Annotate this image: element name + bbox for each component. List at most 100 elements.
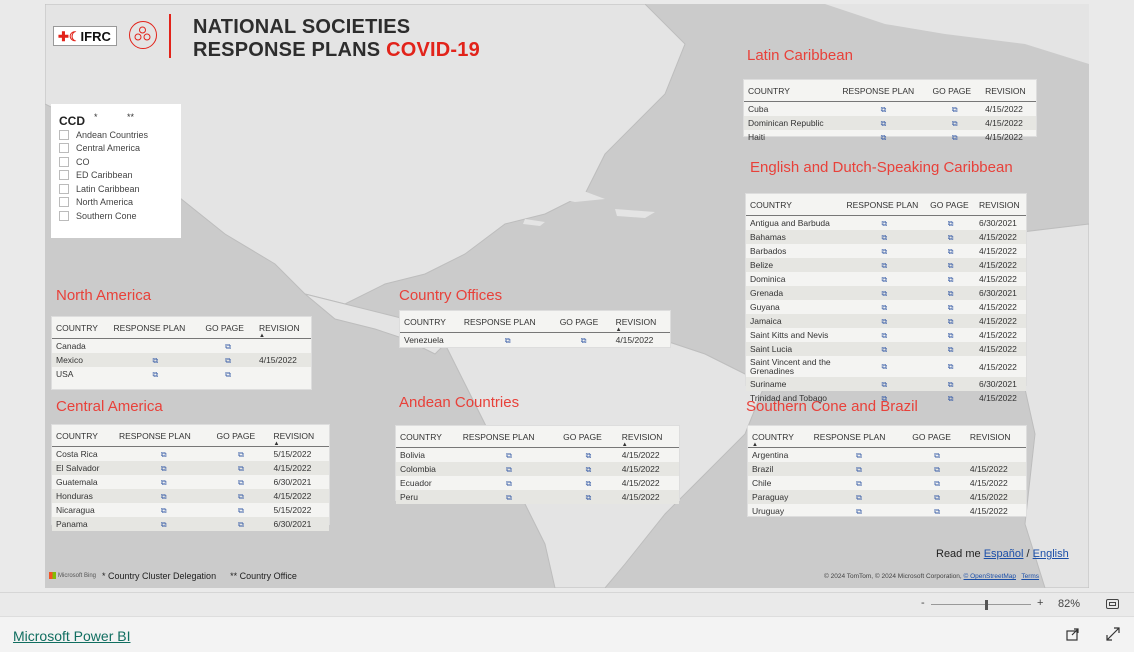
link-icon[interactable]: ⧉: [856, 451, 862, 461]
ccd-option[interactable]: Andean Countries: [59, 129, 173, 140]
terms-link[interactable]: Terms: [1021, 573, 1039, 580]
link-icon[interactable]: ⧉: [161, 478, 167, 488]
column-header-revision[interactable]: REVISION ▲: [254, 317, 311, 339]
link-icon[interactable]: ⧉: [948, 289, 954, 299]
column-header-go-page[interactable]: GO PAGE: [926, 194, 975, 216]
ccd-checkbox[interactable]: [59, 210, 69, 221]
link-icon[interactable]: ⧉: [225, 342, 231, 352]
link-icon[interactable]: ⧉: [934, 451, 940, 461]
link-icon[interactable]: ⧉: [238, 492, 244, 502]
link-icon[interactable]: ⧉: [856, 465, 862, 475]
column-header-response-plan[interactable]: RESPONSE PLAN: [809, 426, 909, 448]
link-icon[interactable]: ⧉: [153, 370, 159, 380]
ccd-option[interactable]: Central America: [59, 143, 173, 153]
ccd-option[interactable]: Latin Caribbean: [59, 183, 173, 194]
link-icon[interactable]: ⧉: [161, 506, 167, 516]
ccd-option[interactable]: ED Caribbean: [59, 170, 173, 180]
link-icon[interactable]: ⧉: [881, 303, 887, 313]
link-icon[interactable]: ⧉: [586, 493, 592, 503]
ccd-option[interactable]: CO: [59, 156, 173, 167]
ccd-checkbox[interactable]: [59, 129, 69, 140]
link-icon[interactable]: ⧉: [586, 465, 592, 475]
column-header-go-page[interactable]: GO PAGE: [928, 80, 982, 102]
link-icon[interactable]: ⧉: [881, 105, 887, 115]
column-header-revision[interactable]: REVISION: [965, 426, 1026, 448]
link-icon[interactable]: ⧉: [881, 394, 887, 404]
column-header-response-plan[interactable]: RESPONSE PLAN: [838, 80, 929, 102]
link-icon[interactable]: ⧉: [881, 345, 887, 355]
ccd-option[interactable]: North America: [59, 197, 173, 207]
link-icon[interactable]: ⧉: [506, 479, 512, 489]
link-icon[interactable]: ⧉: [934, 479, 940, 489]
share-icon[interactable]: [1066, 627, 1080, 646]
column-header-revision[interactable]: REVISION ▲: [611, 311, 670, 333]
link-icon[interactable]: ⧉: [881, 331, 887, 341]
link-icon[interactable]: ⧉: [506, 451, 512, 461]
link-icon[interactable]: ⧉: [881, 380, 887, 390]
link-icon[interactable]: ⧉: [881, 133, 887, 143]
link-icon[interactable]: ⧉: [506, 465, 512, 475]
link-icon[interactable]: ⧉: [238, 464, 244, 474]
column-header-response-plan[interactable]: RESPONSE PLAN: [109, 317, 202, 339]
column-header-revision[interactable]: REVISION: [974, 194, 1026, 216]
link-icon[interactable]: ⧉: [586, 451, 592, 461]
link-icon[interactable]: ⧉: [934, 493, 940, 503]
fullscreen-icon[interactable]: [1106, 627, 1120, 646]
link-icon[interactable]: ⧉: [948, 317, 954, 327]
link-icon[interactable]: ⧉: [948, 380, 954, 390]
link-icon[interactable]: ⧉: [881, 261, 887, 271]
link-icon[interactable]: ⧉: [856, 493, 862, 503]
column-header-country[interactable]: COUNTRY: [52, 317, 110, 339]
powerbi-link[interactable]: Microsoft Power BI: [13, 628, 130, 644]
link-icon[interactable]: ⧉: [934, 507, 940, 517]
column-header-country[interactable]: COUNTRY: [52, 425, 115, 447]
link-icon[interactable]: ⧉: [948, 219, 954, 229]
osm-link[interactable]: © OpenStreetMap: [964, 573, 1016, 580]
link-icon[interactable]: ⧉: [505, 336, 511, 346]
link-icon[interactable]: ⧉: [948, 233, 954, 243]
link-icon[interactable]: ⧉: [238, 478, 244, 488]
link-icon[interactable]: ⧉: [881, 362, 887, 372]
zoom-out-button[interactable]: -: [921, 597, 925, 609]
column-header-go-page[interactable]: GO PAGE: [555, 311, 612, 333]
link-icon[interactable]: ⧉: [225, 370, 231, 380]
link-icon[interactable]: ⧉: [948, 247, 954, 257]
column-header-response-plan[interactable]: RESPONSE PLAN: [458, 426, 560, 448]
column-header-go-page[interactable]: GO PAGE: [201, 317, 255, 339]
column-header-revision[interactable]: REVISION: [981, 80, 1036, 102]
link-icon[interactable]: ⧉: [153, 356, 159, 366]
ccd-checkbox[interactable]: [59, 170, 69, 180]
link-icon[interactable]: ⧉: [581, 336, 587, 346]
column-header-response-plan[interactable]: RESPONSE PLAN: [459, 311, 556, 333]
column-header-country[interactable]: COUNTRY: [396, 426, 459, 448]
fit-to-page-icon[interactable]: [1106, 599, 1119, 609]
zoom-in-button[interactable]: +: [1037, 597, 1043, 609]
column-header-response-plan[interactable]: RESPONSE PLAN: [842, 194, 927, 216]
link-icon[interactable]: ⧉: [948, 261, 954, 271]
zoom-slider-track[interactable]: [931, 604, 1031, 605]
link-icon[interactable]: ⧉: [948, 362, 954, 372]
link-icon[interactable]: ⧉: [238, 450, 244, 460]
link-icon[interactable]: ⧉: [238, 520, 244, 530]
link-icon[interactable]: ⧉: [856, 507, 862, 517]
column-header-go-page[interactable]: GO PAGE: [212, 425, 270, 447]
link-icon[interactable]: ⧉: [934, 465, 940, 475]
link-icon[interactable]: ⧉: [948, 345, 954, 355]
readme-spanish-link[interactable]: Español: [984, 548, 1024, 560]
link-icon[interactable]: ⧉: [881, 119, 887, 129]
readme-english-link[interactable]: English: [1033, 548, 1069, 560]
link-icon[interactable]: ⧉: [161, 492, 167, 502]
link-icon[interactable]: ⧉: [948, 275, 954, 285]
zoom-slider-thumb[interactable]: [984, 600, 988, 610]
ccd-checkbox[interactable]: [59, 197, 69, 207]
link-icon[interactable]: ⧉: [586, 479, 592, 489]
link-icon[interactable]: ⧉: [948, 303, 954, 313]
link-icon[interactable]: ⧉: [856, 479, 862, 489]
link-icon[interactable]: ⧉: [948, 331, 954, 341]
column-header-country[interactable]: COUNTRY ▲: [748, 426, 810, 448]
link-icon[interactable]: ⧉: [881, 317, 887, 327]
link-icon[interactable]: ⧉: [952, 133, 958, 143]
column-header-response-plan[interactable]: RESPONSE PLAN: [114, 425, 213, 447]
column-header-country[interactable]: COUNTRY: [744, 80, 839, 102]
link-icon[interactable]: ⧉: [948, 394, 954, 404]
